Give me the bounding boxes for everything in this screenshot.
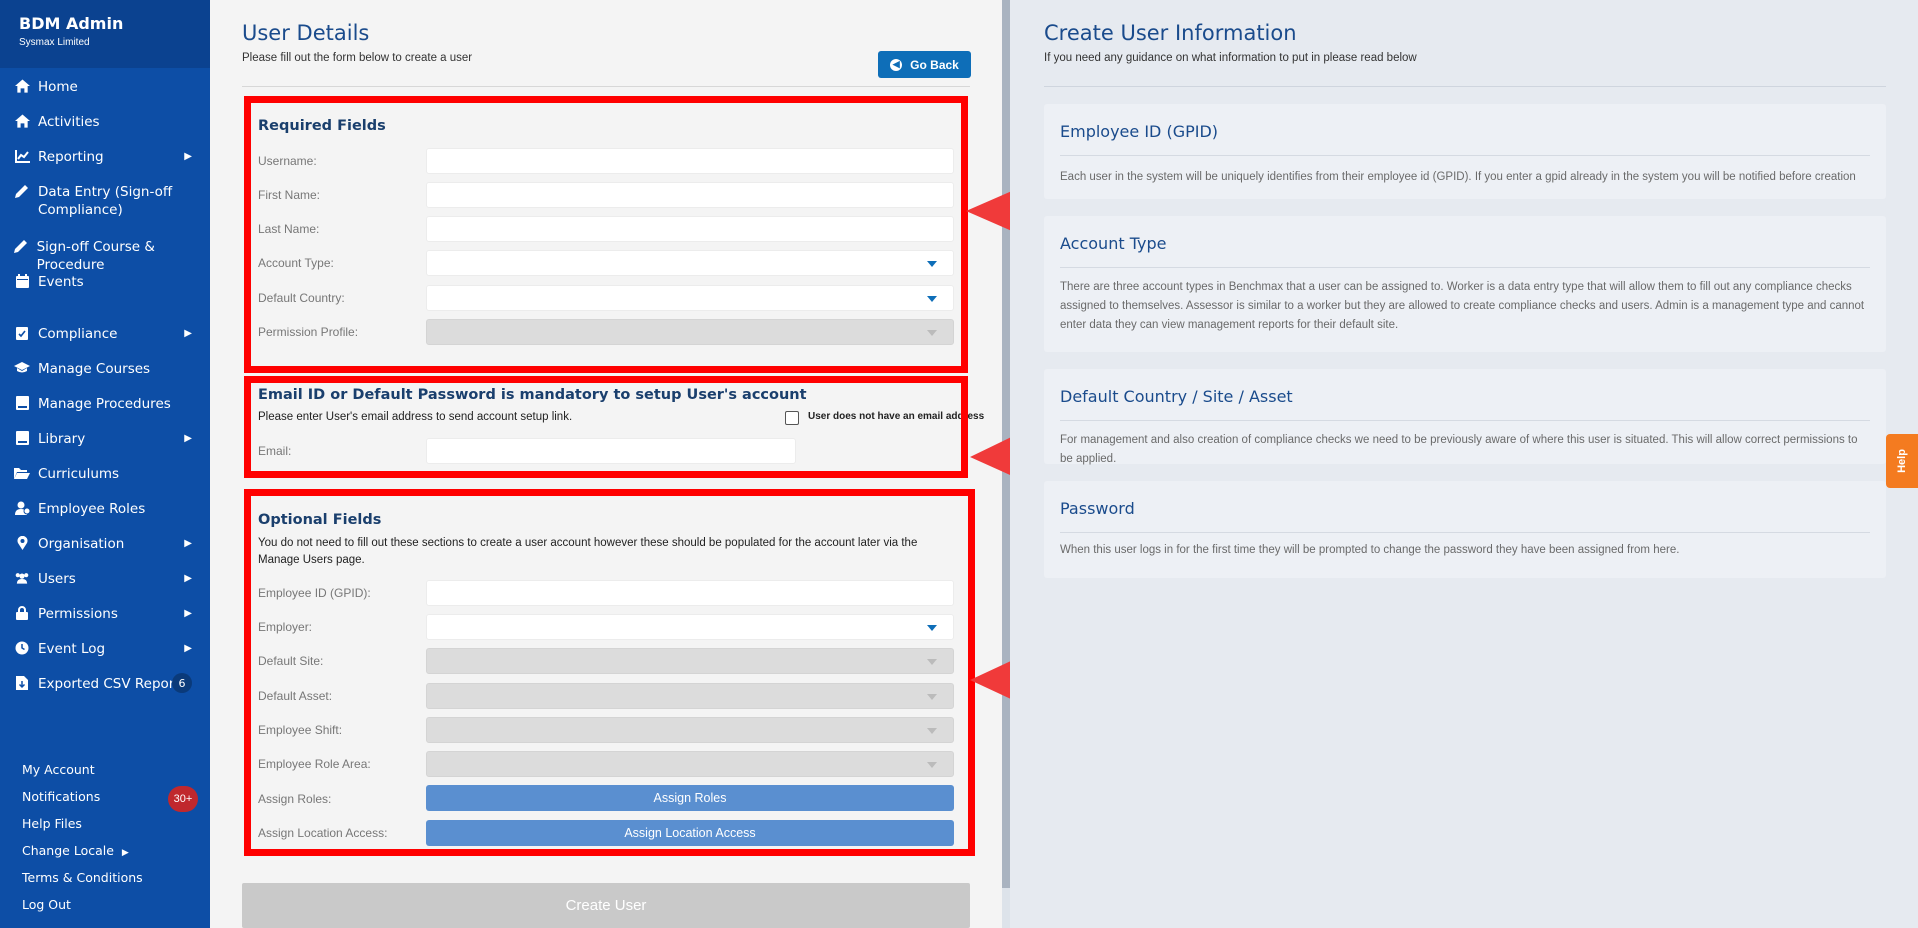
sidebar-item-events[interactable]: Events — [0, 273, 210, 291]
card-divider — [1060, 155, 1870, 156]
sidebar-item-sign-off-course[interactable]: Sign-off Course & Procedure — [0, 238, 210, 274]
chevron-right-icon: ▶ — [184, 151, 192, 162]
book-icon — [14, 430, 30, 446]
card-divider — [1060, 267, 1870, 268]
scrollbar-track[interactable] — [1002, 888, 1010, 928]
sidebar-item-reporting[interactable]: Reporting ▶ — [0, 148, 210, 166]
chevron-right-icon: ▶ — [184, 608, 192, 619]
terms-link[interactable]: Terms & Conditions — [22, 870, 143, 885]
app-name: BDM Admin — [19, 14, 124, 33]
notifications-badge: 30+ — [168, 786, 198, 812]
info-card-body: For management and also creation of comp… — [1060, 434, 1858, 465]
clipboard-check-icon — [14, 325, 30, 341]
go-back-button[interactable]: ◀ Go Back — [878, 51, 971, 78]
pencil-icon — [14, 183, 30, 199]
sidebar-item-users[interactable]: Users ▶ — [0, 570, 210, 588]
help-files-link[interactable]: Help Files — [22, 816, 82, 831]
info-divider — [1044, 86, 1886, 87]
my-account-link[interactable]: My Account — [22, 762, 95, 777]
info-card-account-type: Account Type There are three account typ… — [1044, 216, 1886, 352]
info-card-body: Each user in the system will be uniquely… — [1060, 171, 1856, 183]
sidebar-item-activities[interactable]: Activities — [0, 113, 210, 131]
sidebar-item-exported-csv[interactable]: Exported CSV Reports 6 — [0, 673, 210, 693]
book-icon — [14, 395, 30, 411]
log-out-link[interactable]: Log Out — [22, 897, 71, 912]
info-card-heading: Password — [1060, 499, 1135, 518]
change-locale-link[interactable]: Change Locale ▶ — [22, 843, 129, 858]
file-download-icon — [14, 675, 30, 691]
sidebar-item-employee-roles[interactable]: Employee Roles — [0, 500, 210, 518]
annotation-box-required — [244, 96, 968, 373]
divider — [242, 86, 970, 87]
sidebar-item-event-log[interactable]: Event Log ▶ — [0, 640, 210, 658]
home-icon — [14, 78, 30, 94]
sidebar-item-data-entry[interactable]: Data Entry (Sign-off Compliance) — [0, 183, 210, 219]
sidebar-item-manage-procedures[interactable]: Manage Procedures — [0, 395, 210, 413]
sidebar: BDM Admin Sysmax Limited Home Activities… — [0, 0, 210, 928]
chevron-right-icon: ▶ — [184, 328, 192, 339]
chevron-right-icon: ▶ — [184, 573, 192, 584]
map-marker-icon — [14, 535, 30, 551]
sidebar-item-manage-courses[interactable]: Manage Courses — [0, 360, 210, 378]
lock-icon — [14, 605, 30, 621]
chevron-right-icon: ▶ — [184, 538, 192, 549]
page-subtitle: Please fill out the form below to create… — [242, 52, 473, 64]
graduation-cap-icon — [14, 360, 30, 376]
create-user-button[interactable]: Create User — [242, 883, 970, 928]
calendar-icon — [14, 273, 30, 289]
pencil-icon — [14, 238, 29, 254]
sidebar-item-permissions[interactable]: Permissions ▶ — [0, 605, 210, 623]
notifications-link[interactable]: Notifications — [22, 789, 100, 804]
info-card-body: When this user logs in for the first tim… — [1060, 544, 1680, 556]
users-icon — [14, 570, 30, 586]
info-card-heading: Account Type — [1060, 234, 1167, 253]
clock-icon — [14, 640, 30, 656]
annotation-box-optional — [244, 489, 975, 856]
chart-icon — [14, 148, 30, 164]
brand: BDM Admin Sysmax Limited — [0, 0, 210, 68]
info-card-body: There are three account types in Benchma… — [1060, 281, 1865, 331]
sidebar-item-library[interactable]: Library ▶ — [0, 430, 210, 448]
folder-open-icon — [14, 465, 30, 481]
info-card-password: Password When this user logs in for the … — [1044, 481, 1886, 578]
company-name: Sysmax Limited — [19, 37, 90, 48]
chevron-right-icon: ▶ — [121, 848, 129, 858]
info-card-heading: Default Country / Site / Asset — [1060, 387, 1293, 406]
sidebar-item-compliance[interactable]: Compliance ▶ — [0, 325, 210, 343]
user-tie-icon — [14, 500, 30, 516]
info-subtitle: If you need any guidance on what informa… — [1044, 52, 1417, 64]
home-icon — [14, 113, 30, 129]
info-title: Create User Information — [1044, 21, 1297, 45]
page-title: User Details — [242, 21, 370, 45]
help-tab[interactable]: Help — [1886, 434, 1918, 488]
card-divider — [1060, 420, 1870, 421]
arrow-left-icon: ◀ — [890, 58, 903, 71]
info-card-default-country: Default Country / Site / Asset For manag… — [1044, 369, 1886, 465]
sidebar-item-organisation[interactable]: Organisation ▶ — [0, 535, 210, 553]
exported-count-badge: 6 — [172, 673, 192, 693]
card-divider — [1060, 532, 1870, 533]
info-card-employee-id: Employee ID (GPID) Each user in the syst… — [1044, 104, 1886, 199]
sidebar-item-home[interactable]: Home — [0, 78, 210, 96]
info-card-heading: Employee ID (GPID) — [1060, 122, 1219, 141]
chevron-right-icon: ▶ — [184, 643, 192, 654]
chevron-right-icon: ▶ — [184, 433, 192, 444]
sidebar-item-curriculums[interactable]: Curriculums — [0, 465, 210, 483]
annotation-box-email — [244, 376, 968, 478]
